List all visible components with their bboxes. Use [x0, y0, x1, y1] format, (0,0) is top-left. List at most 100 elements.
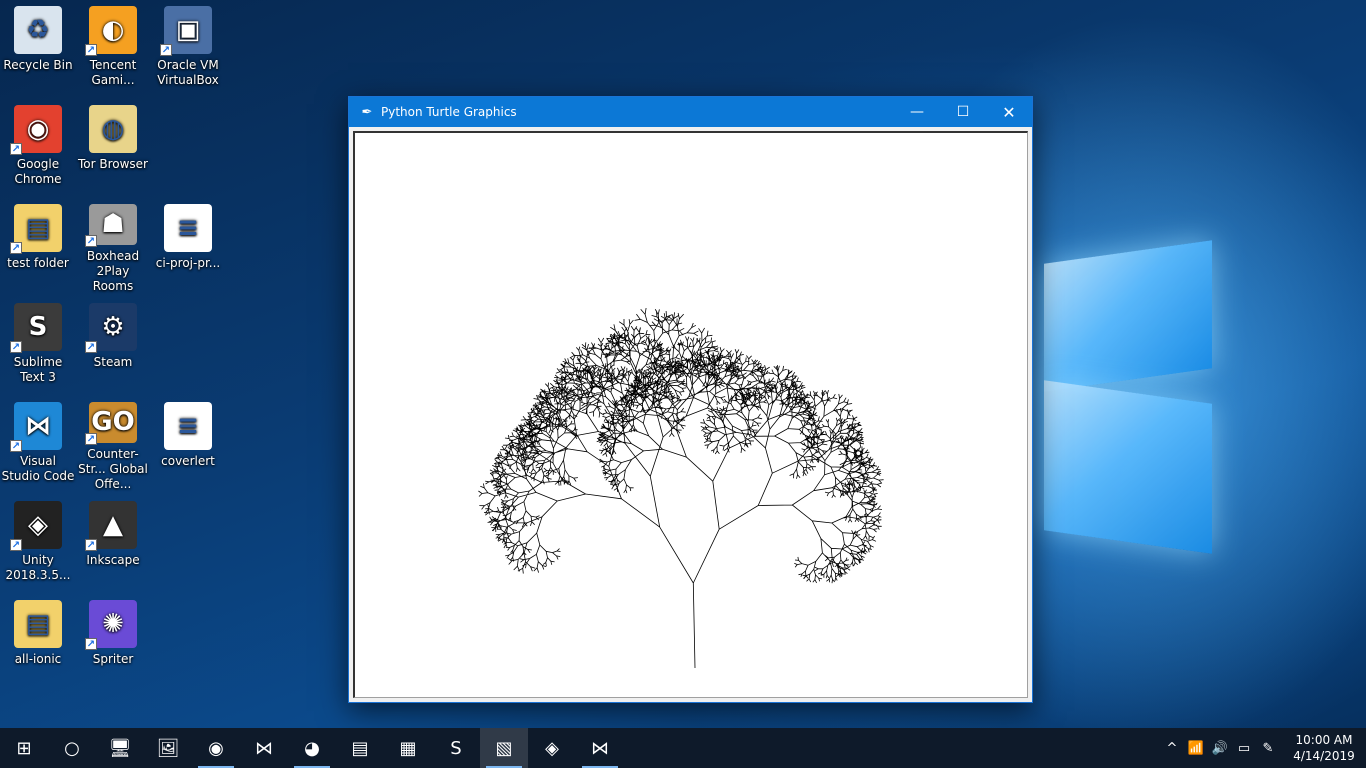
shortcut-arrow-icon: ↗ — [85, 235, 97, 247]
shortcut-arrow-icon: ↗ — [10, 539, 22, 551]
taskbar-this-pc-icon: 🖥 — [108, 737, 132, 759]
shortcut-arrow-icon: ↗ — [160, 44, 172, 56]
desktop-icon[interactable]: ▲ ↗ Inkscape — [75, 495, 151, 591]
fractal-tree-drawing — [478, 307, 884, 669]
boxhead-icon: ☗ ↗ — [85, 204, 137, 247]
shortcut-arrow-icon: ↗ — [85, 539, 97, 551]
desktop-icon-label: Recycle Bin — [3, 58, 73, 72]
clock[interactable]: 10:00 AM 4/14/2019 — [1288, 732, 1360, 764]
taskbar-firefox-icon: ◕ — [304, 737, 320, 759]
desktop-icon-label: all-ionic — [14, 652, 62, 666]
start-button-icon: ⊞ — [16, 737, 32, 759]
word-document-icon: ≡ — [164, 204, 212, 252]
desktop-icon[interactable]: ≡ coverlert — [150, 396, 226, 492]
desktop-icon[interactable]: ♻ Recycle Bin — [0, 0, 76, 96]
search-button-icon: ○ — [64, 737, 80, 759]
taskbar-visual-studio[interactable]: ⋈ — [576, 728, 624, 768]
battery-icon[interactable]: ▭ — [1232, 728, 1256, 768]
spriter-icon: ✺ ↗ — [85, 600, 137, 650]
word-document-icon: ≡ — [164, 402, 212, 450]
tree-branches — [478, 307, 884, 669]
desktop-icon[interactable]: ◈ ↗ Unity 2018.3.5... — [0, 495, 76, 591]
desktop-icon-label: ci-proj-pr... — [155, 256, 221, 270]
desktop-icon-label: coverlert — [161, 454, 215, 468]
turtle-window[interactable]: ✒ Python Turtle Graphics — ☐ ✕ — [348, 96, 1033, 703]
shortcut-arrow-icon: ↗ — [10, 440, 22, 452]
desktop-icon-label: Sublime Text 3 — [13, 355, 63, 384]
tor-browser-icon: ◍ — [89, 105, 137, 153]
taskbar-photos[interactable]: 🖼 — [144, 728, 192, 768]
folder-icon: ▤ ↗ — [10, 204, 62, 254]
taskbar-file-explorer[interactable]: ▤ — [336, 728, 384, 768]
desktop-icon[interactable]: ▤ all-ionic — [0, 594, 76, 690]
desktop-icon[interactable]: ◍ Tor Browser — [75, 99, 151, 195]
folder-icon: ▤ — [14, 600, 62, 648]
shortcut-arrow-icon: ↗ — [85, 341, 97, 353]
close-button[interactable]: ✕ — [986, 97, 1032, 127]
feather-icon: ✒ — [361, 104, 373, 120]
desktop-icon-label: Unity 2018.3.5... — [5, 553, 71, 582]
shortcut-arrow-icon: ↗ — [10, 242, 22, 254]
taskbar-github-icon: ◉ — [208, 737, 224, 759]
vscode-icon: ⋈ ↗ — [10, 402, 62, 452]
maximize-button[interactable]: ☐ — [940, 97, 986, 127]
search-button[interactable]: ○ — [48, 728, 96, 768]
desktop-icon-label: Tencent Gami... — [89, 58, 137, 87]
clock-time: 10:00 AM — [1295, 733, 1353, 747]
taskbar-sublime-icon: S — [450, 737, 462, 759]
taskbar-github[interactable]: ◉ — [192, 728, 240, 768]
inkscape-icon: ▲ ↗ — [85, 501, 137, 551]
desktop-icon-label: Counter-Str... Global Offe... — [78, 447, 148, 491]
taskbar-sublime[interactable]: S — [432, 728, 480, 768]
shortcut-arrow-icon: ↗ — [85, 44, 97, 56]
taskbar-python-icon: ▧ — [495, 737, 513, 759]
virtualbox-icon: ▣ ↗ — [160, 6, 212, 56]
desktop-icon-label: Boxhead 2Play Rooms — [86, 249, 140, 293]
desktop-icon[interactable]: ⋈ ↗ Visual Studio Code — [0, 396, 76, 492]
taskbar-unity[interactable]: ◈ — [528, 728, 576, 768]
taskbar-unity-icon: ◈ — [545, 737, 559, 759]
pen-icon[interactable]: ✎ — [1256, 728, 1280, 768]
windows-logo-wallpaper — [1040, 230, 1220, 554]
start-button[interactable]: ⊞ — [0, 728, 48, 768]
turtle-canvas[interactable] — [353, 131, 1028, 698]
desktop-icon-label: Tor Browser — [77, 157, 148, 171]
desktop-icon[interactable]: ≡ ci-proj-pr... — [150, 198, 226, 294]
taskbar-this-pc[interactable]: 🖥 — [96, 728, 144, 768]
desktop-icon-label: test folder — [7, 256, 69, 270]
desktop-icon-label: Google Chrome — [14, 157, 62, 186]
tencent-gaming-icon: ◐ ↗ — [85, 6, 137, 56]
window-titlebar[interactable]: ✒ Python Turtle Graphics — ☐ ✕ — [349, 97, 1032, 127]
desktop-icon[interactable]: ☗ ↗ Boxhead 2Play Rooms — [75, 198, 151, 294]
desktop-icon[interactable]: ▣ ↗ Oracle VM VirtualBox — [150, 0, 226, 96]
minimize-button[interactable]: — — [894, 97, 940, 127]
taskbar: ⊞ ○ 🖥 🖼 ◉ ⋈ ◕ ▤ ▦ S ▧ ◈ ⋈ ^ 📶 🔊 ▭ ✎ 10:00 AM 4/14/20… — [0, 728, 1366, 768]
taskbar-visual-studio-icon: ⋈ — [591, 737, 609, 759]
chrome-icon: ◉ ↗ — [10, 105, 62, 155]
taskbar-vscode[interactable]: ⋈ — [240, 728, 288, 768]
show-hidden-icons-button[interactable]: ^ — [1160, 728, 1184, 768]
taskbar-python[interactable]: ▧ — [480, 728, 528, 768]
csgo-icon: GO ↗ — [85, 402, 137, 445]
desktop-icon[interactable]: ◉ ↗ Google Chrome — [0, 99, 76, 195]
sublime-text-icon: S ↗ — [10, 303, 62, 353]
taskbar-firefox[interactable]: ◕ — [288, 728, 336, 768]
desktop-icon-label: Steam — [93, 355, 133, 369]
wifi-icon[interactable]: 📶 — [1184, 728, 1208, 768]
desktop-icon[interactable]: ◐ ↗ Tencent Gami... — [75, 0, 151, 96]
shortcut-arrow-icon: ↗ — [10, 143, 22, 155]
shortcut-arrow-icon: ↗ — [85, 638, 97, 650]
desktop-icon[interactable]: ✺ ↗ Spriter — [75, 594, 151, 690]
window-title: Python Turtle Graphics — [381, 105, 517, 119]
desktop-icon[interactable]: ⚙ ↗ Steam — [75, 297, 151, 393]
clock-date: 4/14/2019 — [1293, 749, 1355, 763]
taskbar-image-viewer-icon: ▦ — [399, 737, 417, 759]
taskbar-photos-icon: 🖼 — [156, 737, 180, 759]
desktop-icon[interactable]: S ↗ Sublime Text 3 — [0, 297, 76, 393]
desktop-icon[interactable]: ▤ ↗ test folder — [0, 198, 76, 294]
desktop-icon-label: Visual Studio Code — [1, 454, 75, 483]
desktop-icon[interactable]: GO ↗ Counter-Str... Global Offe... — [75, 396, 151, 492]
taskbar-image-viewer[interactable]: ▦ — [384, 728, 432, 768]
shortcut-arrow-icon: ↗ — [85, 433, 97, 445]
volume-icon[interactable]: 🔊 — [1208, 728, 1232, 768]
